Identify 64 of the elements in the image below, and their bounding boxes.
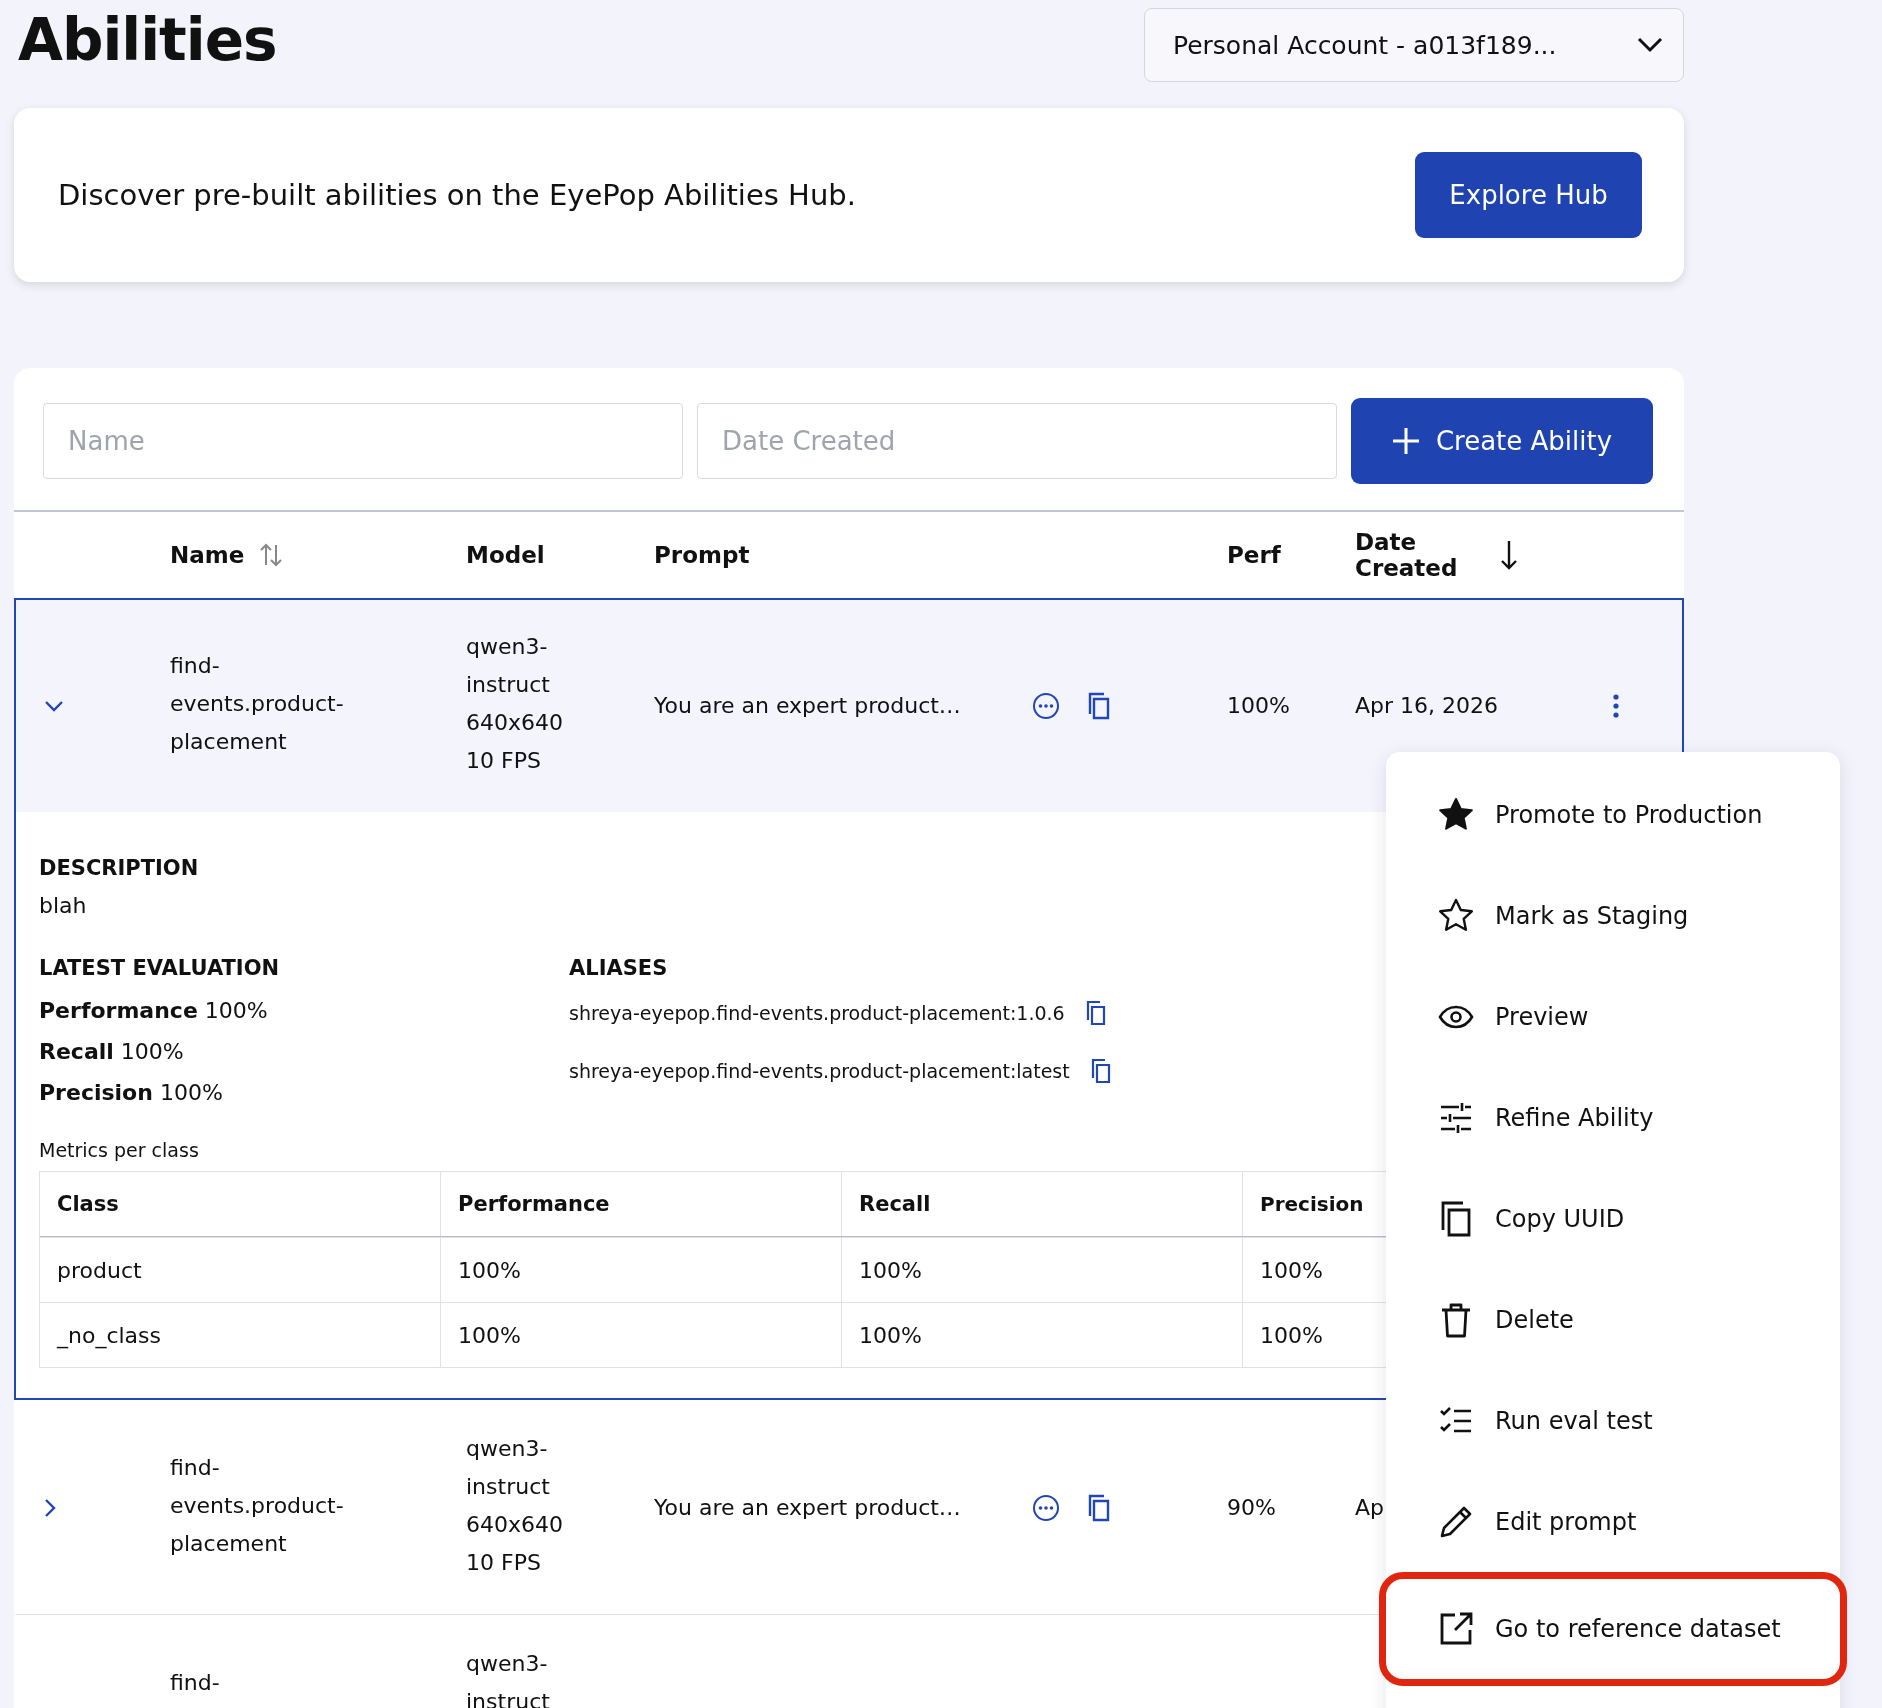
table-cell: 100% (1260, 1322, 1323, 1348)
plus-icon (1391, 427, 1420, 455)
more-icon[interactable] (1032, 692, 1060, 720)
section-label: DESCRIPTION (39, 855, 199, 882)
description-text: blah (39, 892, 87, 920)
column-header[interactable]: Name (170, 542, 245, 568)
date-filter-field[interactable]: Date Created (697, 403, 1337, 479)
name-filter-field[interactable]: Name (43, 403, 683, 479)
account-dropdown[interactable]: Personal Account - a013f189... (1144, 8, 1684, 82)
perf-value: 90% (1227, 1495, 1276, 1520)
column-header: Performance (458, 1192, 610, 1216)
sort-descending-icon[interactable] (1499, 539, 1519, 571)
banner-text: Discover pre-built abilities on the EyePop Abilities Hub. (58, 178, 856, 212)
copy-icon[interactable] (1086, 692, 1112, 720)
column-header: Class (57, 1192, 119, 1216)
table-cell: 100% (859, 1257, 922, 1283)
column-header[interactable]: Date Created (1355, 529, 1485, 581)
prompt-text: You are an expert product… (654, 1494, 962, 1522)
menu-item[interactable]: Refine Ability (1386, 1067, 1840, 1168)
section-label: LATEST EVALUATION (39, 955, 280, 982)
copy-icon[interactable] (1089, 1058, 1112, 1084)
ability-name: find-events.product-placement (170, 1454, 345, 1558)
create-ability-button[interactable]: Create Ability (1351, 398, 1653, 484)
section-label: ALIASES (569, 955, 668, 982)
metric-text: Recall 100% (39, 1038, 184, 1066)
prompt-text: You are an expert product… (654, 692, 962, 720)
table-cell: product (57, 1257, 142, 1283)
more-icon[interactable] (1032, 1494, 1060, 1522)
metric-text: Performance 100% (39, 997, 268, 1025)
table-cell: 100% (1260, 1257, 1323, 1283)
alias-text: shreya-eyepop.find-events.product-placement:latest (569, 1060, 1070, 1082)
explore-hub-button[interactable]: Explore Hub (1415, 152, 1642, 238)
more-vertical-icon[interactable] (1612, 693, 1620, 719)
table-cell: 100% (458, 1257, 521, 1283)
menu-item[interactable]: Copy UUID (1386, 1168, 1840, 1269)
date-created: Ap (1355, 1495, 1384, 1520)
column-header: Recall (859, 1192, 931, 1216)
table-cell: 100% (859, 1322, 922, 1348)
ability-name: find-events.product-placement (170, 652, 345, 756)
chevron-down-icon[interactable] (44, 700, 64, 712)
sort-icon[interactable] (258, 542, 285, 568)
menu-item[interactable]: Mark as Staging (1386, 865, 1840, 966)
menu-item[interactable]: Go to reference dataset (1379, 1572, 1847, 1686)
perf-value: 100% (1227, 693, 1290, 718)
column-header[interactable]: Perf (1227, 542, 1281, 568)
column-header[interactable]: Model (466, 542, 545, 568)
copy-icon[interactable] (1086, 1494, 1112, 1522)
column-header[interactable]: Prompt (654, 542, 750, 568)
model-cell-text: qwen3-instruct 640x640 10 FPS (466, 633, 564, 775)
chevron-right-icon[interactable] (44, 1498, 56, 1518)
model-cell-text: qwen3-instruct 640x640 10 FPS (466, 1435, 564, 1577)
page-title: Abilities (18, 6, 277, 74)
ability-name: find- (170, 1669, 221, 1697)
chevron-down-icon (1637, 37, 1663, 53)
table-cell: 100% (458, 1322, 521, 1348)
menu-item[interactable]: Delete (1386, 1269, 1840, 1370)
alias-text: shreya-eyepop.find-events.product-placement:1.0.6 (569, 1002, 1065, 1024)
metrics-caption: Metrics per class (39, 1139, 199, 1161)
date-created: Apr 16, 2026 (1355, 693, 1499, 718)
table-cell: _no_class (57, 1322, 162, 1348)
metric-text: Precision 100% (39, 1079, 223, 1107)
column-header: Precision (1260, 1192, 1364, 1216)
menu-item[interactable]: Preview (1386, 966, 1840, 1067)
copy-icon[interactable] (1084, 1000, 1107, 1026)
